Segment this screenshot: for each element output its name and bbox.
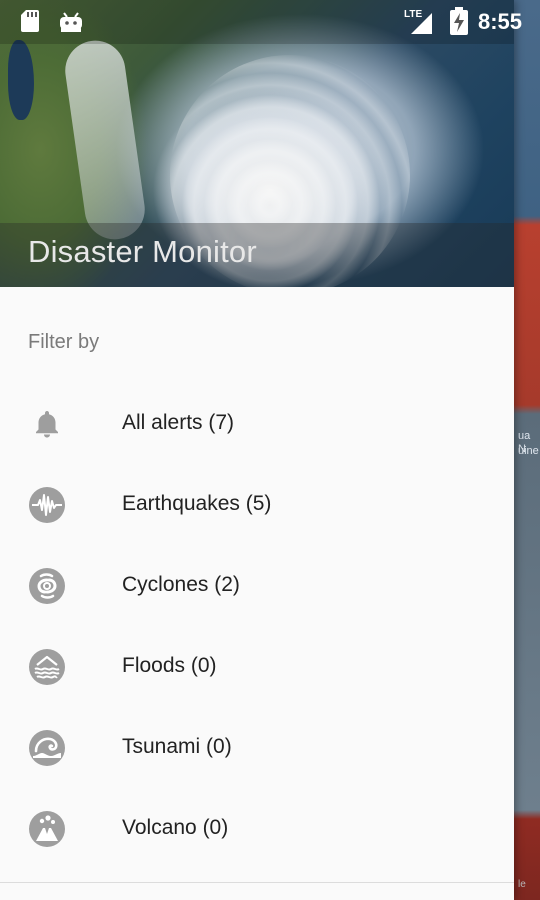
background-text-fragment: le [518, 879, 526, 890]
bell-icon [36, 411, 58, 438]
bottom-divider [0, 882, 514, 883]
filter-item-label: Volcano (0) [122, 816, 229, 839]
filter-item-tsunami[interactable]: Tsunami (0) [0, 707, 514, 788]
android-icon [60, 12, 82, 32]
lte-signal-icon: LTE [404, 9, 432, 34]
network-type-label: LTE [404, 9, 422, 20]
header-image-cloud-band [61, 36, 149, 244]
filter-item-volcano[interactable]: Volcano (0) [0, 788, 514, 869]
earthquake-icon [29, 487, 65, 523]
cyclone-icon [29, 568, 65, 604]
battery-charging-icon [450, 7, 468, 35]
background-text-fragment: uine [518, 445, 539, 457]
header-image-lake [8, 40, 34, 120]
status-time: 8:55 [478, 9, 523, 34]
flood-icon [29, 649, 65, 685]
filter-item-label: Floods (0) [122, 654, 217, 677]
filter-section-title: Filter by [28, 331, 100, 353]
filter-item-all-alerts[interactable]: All alerts (7) [0, 383, 514, 464]
filter-item-earthquakes[interactable]: Earthquakes (5) [0, 464, 514, 545]
status-bar: LTE 8:55 [0, 0, 540, 44]
volcano-icon [29, 811, 65, 847]
sd-card-icon [21, 10, 39, 32]
filter-item-label: Tsunami (0) [122, 735, 232, 758]
tsunami-icon [29, 730, 65, 766]
filter-item-label: Cyclones (2) [122, 573, 240, 596]
app-title: Disaster Monitor [28, 234, 257, 269]
filter-item-cyclones[interactable]: Cyclones (2) [0, 545, 514, 626]
filter-item-label: All alerts (7) [122, 411, 235, 434]
filter-item-label: Earthquakes (5) [122, 492, 272, 515]
filter-item-floods[interactable]: Floods (0) [0, 626, 514, 707]
navigation-drawer: Disaster Monitor Filter by All alerts (7… [0, 0, 514, 900]
background-map-strip[interactable]: ua N uine le [514, 0, 540, 900]
